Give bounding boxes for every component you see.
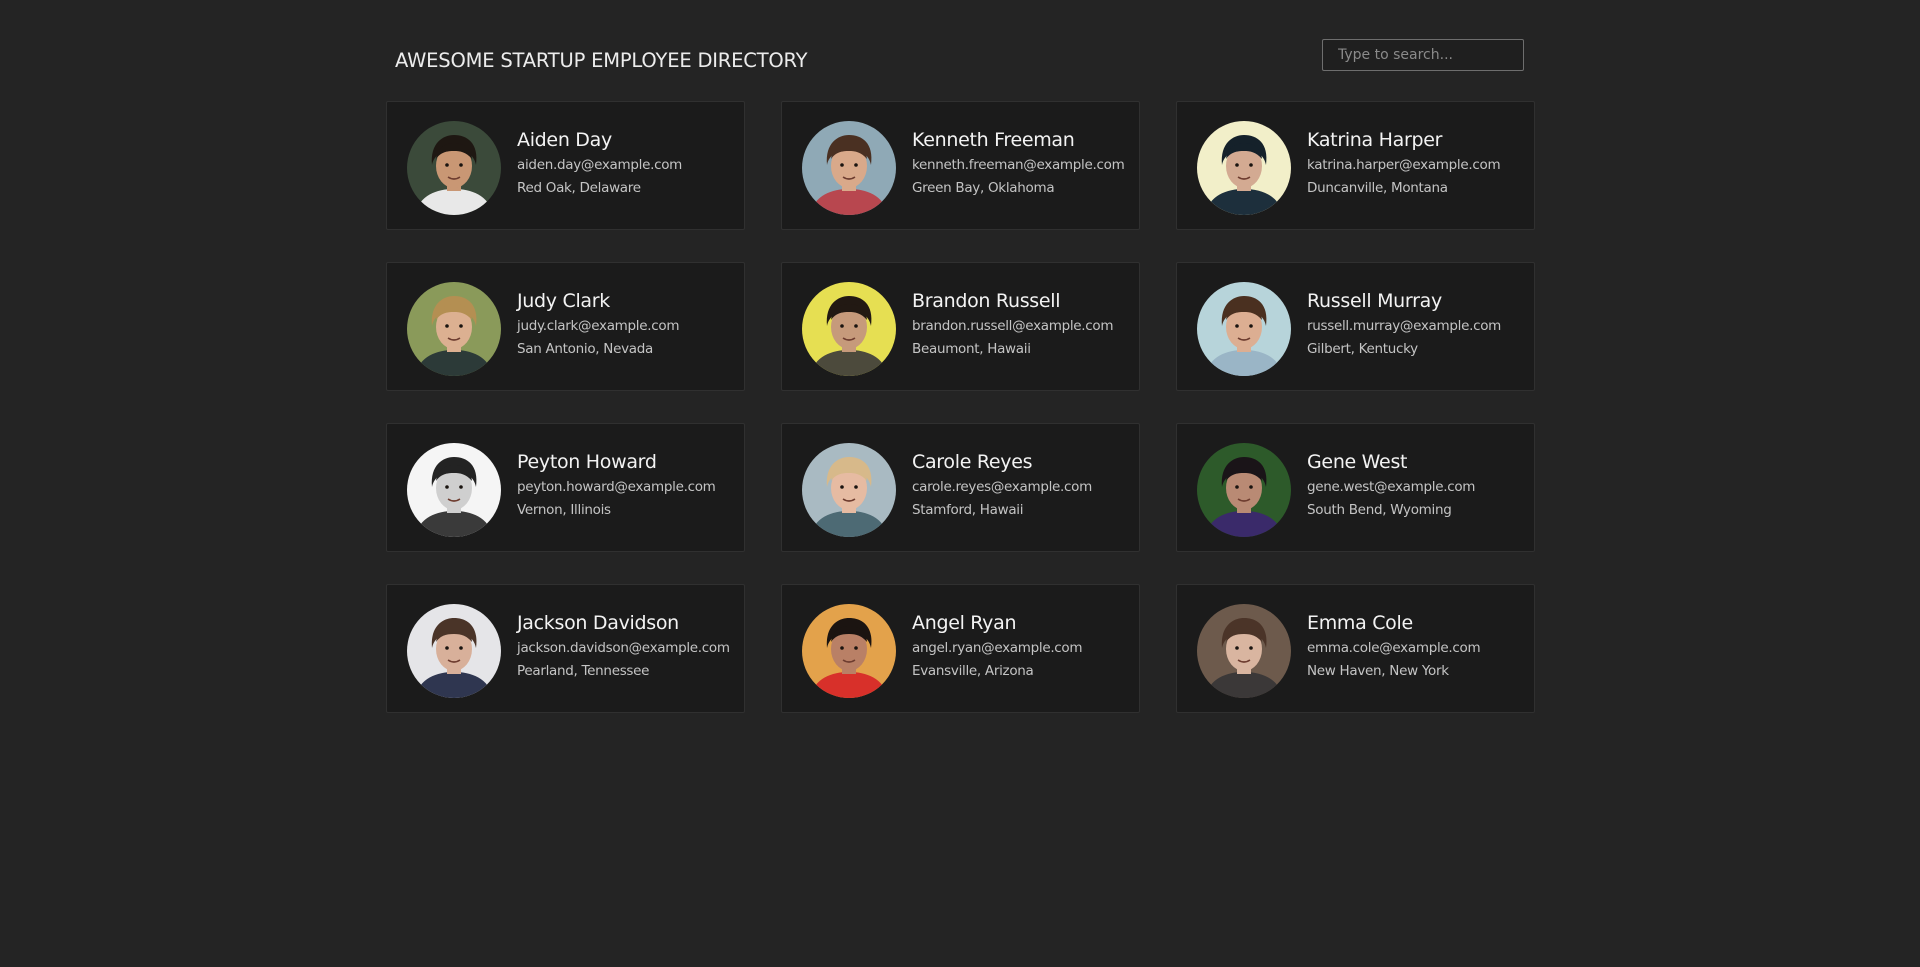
employee-card[interactable]: Katrina Harper katrina.harper@example.co… <box>1176 101 1535 230</box>
employee-location: New Haven, New York <box>1307 663 1449 679</box>
employee-avatar <box>802 443 896 537</box>
employee-card[interactable]: Russell Murray russell.murray@example.co… <box>1176 262 1535 391</box>
employee-location: Green Bay, Oklahoma <box>912 180 1055 196</box>
employee-card[interactable]: Kenneth Freeman kenneth.freeman@example.… <box>781 101 1140 230</box>
employee-name: Carole Reyes <box>912 451 1033 473</box>
employee-info: Kenneth Freeman kenneth.freeman@example.… <box>912 128 1133 198</box>
employee-email: peyton.howard@example.com <box>517 479 716 495</box>
employee-email: katrina.harper@example.com <box>1307 157 1501 173</box>
employee-avatar <box>1197 443 1291 537</box>
employee-info: Aiden Day aiden.day@example.com Red Oak,… <box>517 128 738 198</box>
employee-location: Evansville, Arizona <box>912 663 1034 679</box>
employee-name: Kenneth Freeman <box>912 129 1075 151</box>
employee-location: South Bend, Wyoming <box>1307 502 1452 518</box>
employee-card[interactable]: Judy Clark judy.clark@example.com San An… <box>386 262 745 391</box>
employee-avatar <box>1197 282 1291 376</box>
employee-name: Katrina Harper <box>1307 129 1443 151</box>
employee-card[interactable]: Carole Reyes carole.reyes@example.com St… <box>781 423 1140 552</box>
employee-card[interactable]: Jackson Davidson jackson.davidson@exampl… <box>386 584 745 713</box>
employee-avatar <box>407 604 501 698</box>
employee-info: Carole Reyes carole.reyes@example.com St… <box>912 450 1133 520</box>
employee-avatar <box>1197 121 1291 215</box>
employee-email: aiden.day@example.com <box>517 157 683 173</box>
page-header: AWESOME STARTUP EMPLOYEE DIRECTORY <box>386 38 1524 82</box>
employee-location: Red Oak, Delaware <box>517 180 641 196</box>
employee-info: Gene West gene.west@example.com South Be… <box>1307 450 1528 520</box>
employee-card[interactable]: Gene West gene.west@example.com South Be… <box>1176 423 1535 552</box>
employee-name: Emma Cole <box>1307 612 1413 634</box>
employee-email: emma.cole@example.com <box>1307 640 1481 656</box>
employee-name: Brandon Russell <box>912 290 1061 312</box>
employee-avatar <box>407 443 501 537</box>
employee-location: Beaumont, Hawaii <box>912 341 1031 357</box>
employee-info: Russell Murray russell.murray@example.co… <box>1307 289 1528 359</box>
employee-email: gene.west@example.com <box>1307 479 1476 495</box>
employee-info: Brandon Russell brandon.russell@example.… <box>912 289 1133 359</box>
employee-name: Russell Murray <box>1307 290 1442 312</box>
employee-location: San Antonio, Nevada <box>517 341 653 357</box>
employee-avatar <box>407 282 501 376</box>
employee-grid: Aiden Day aiden.day@example.com Red Oak,… <box>386 101 1536 713</box>
employee-info: Katrina Harper katrina.harper@example.co… <box>1307 128 1528 198</box>
employee-info: Jackson Davidson jackson.davidson@exampl… <box>517 611 738 681</box>
employee-name: Peyton Howard <box>517 451 657 473</box>
employee-avatar <box>802 121 896 215</box>
employee-email: kenneth.freeman@example.com <box>912 157 1125 173</box>
employee-location: Duncanville, Montana <box>1307 180 1448 196</box>
employee-info: Judy Clark judy.clark@example.com San An… <box>517 289 738 359</box>
employee-card[interactable]: Peyton Howard peyton.howard@example.com … <box>386 423 745 552</box>
employee-name: Gene West <box>1307 451 1408 473</box>
employee-card[interactable]: Aiden Day aiden.day@example.com Red Oak,… <box>386 101 745 230</box>
employee-avatar <box>802 604 896 698</box>
employee-info: Emma Cole emma.cole@example.com New Have… <box>1307 611 1528 681</box>
employee-avatar <box>1197 604 1291 698</box>
employee-name: Angel Ryan <box>912 612 1017 634</box>
employee-avatar <box>802 282 896 376</box>
page-title: AWESOME STARTUP EMPLOYEE DIRECTORY <box>395 49 808 72</box>
employee-name: Judy Clark <box>517 290 610 312</box>
employee-avatar <box>407 121 501 215</box>
employee-email: carole.reyes@example.com <box>912 479 1092 495</box>
employee-card[interactable]: Brandon Russell brandon.russell@example.… <box>781 262 1140 391</box>
employee-card[interactable]: Emma Cole emma.cole@example.com New Have… <box>1176 584 1535 713</box>
employee-email: angel.ryan@example.com <box>912 640 1083 656</box>
search-input[interactable] <box>1322 39 1524 71</box>
employee-info: Peyton Howard peyton.howard@example.com … <box>517 450 738 520</box>
employee-location: Gilbert, Kentucky <box>1307 341 1418 357</box>
employee-location: Pearland, Tennessee <box>517 663 650 679</box>
employee-name: Aiden Day <box>517 129 612 151</box>
employee-email: brandon.russell@example.com <box>912 318 1114 334</box>
employee-location: Stamford, Hawaii <box>912 502 1024 518</box>
employee-email: russell.murray@example.com <box>1307 318 1502 334</box>
employee-info: Angel Ryan angel.ryan@example.com Evansv… <box>912 611 1133 681</box>
employee-location: Vernon, Illinois <box>517 502 611 518</box>
employee-name: Jackson Davidson <box>517 612 679 634</box>
employee-card[interactable]: Angel Ryan angel.ryan@example.com Evansv… <box>781 584 1140 713</box>
employee-email: jackson.davidson@example.com <box>517 640 730 656</box>
employee-email: judy.clark@example.com <box>517 318 680 334</box>
